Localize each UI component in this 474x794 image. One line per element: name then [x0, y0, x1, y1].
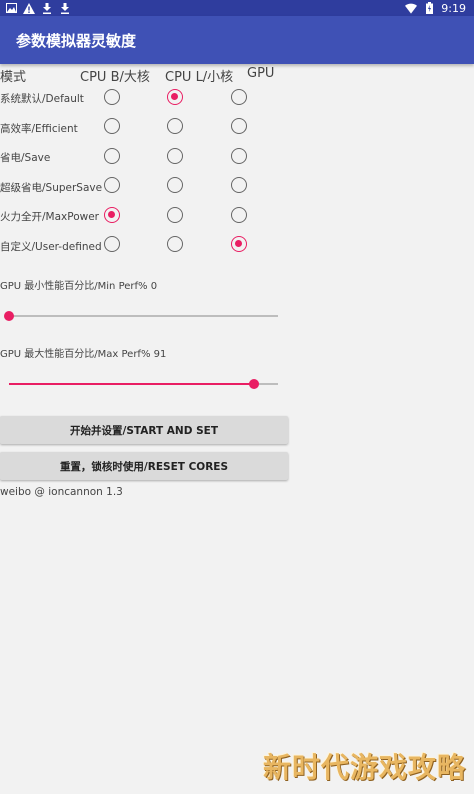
mode-label-supersave: 超级省电/SuperSave: [0, 182, 103, 194]
download-icon: [41, 2, 53, 14]
column-header-cpu-big: CPU B/大核: [80, 70, 150, 85]
column-header-gpu: GPU: [247, 66, 275, 81]
radio-supersave-cpu-big[interactable]: [104, 177, 120, 193]
radio-efficient-cpu-little[interactable]: [167, 118, 183, 134]
gpu-max-thumb[interactable]: [249, 379, 259, 389]
mode-label-maxpower: 火力全开/MaxPower: [0, 211, 99, 223]
wifi-icon: [405, 2, 418, 14]
radio-default-cpu-little[interactable]: [167, 89, 183, 105]
radio-supersave-gpu[interactable]: [231, 177, 247, 193]
column-header-mode: 模式: [0, 70, 27, 85]
mode-label-save: 省电/Save: [0, 152, 51, 164]
radio-user-defined-cpu-little[interactable]: [167, 236, 183, 252]
radio-default-gpu[interactable]: [231, 89, 247, 105]
radio-default-cpu-big[interactable]: [104, 89, 120, 105]
gpu-min-seekbar[interactable]: [4, 311, 278, 321]
warning-icon: [23, 2, 35, 14]
gpu-max-fill: [9, 383, 254, 385]
clock: 9:19: [441, 1, 466, 15]
radio-supersave-cpu-little[interactable]: [167, 177, 183, 193]
status-icons-left: [0, 2, 71, 14]
gpu-min-thumb[interactable]: [4, 311, 14, 321]
battery-icon: [423, 2, 435, 14]
radio-user-defined-gpu[interactable]: [231, 236, 247, 252]
radio-save-cpu-big[interactable]: [104, 148, 120, 164]
credit-text: weibo @ ioncannon 1.3: [0, 486, 123, 498]
radio-save-gpu[interactable]: [231, 148, 247, 164]
mode-label-user-defined: 自定义/User-defined: [0, 241, 102, 253]
radio-save-cpu-little[interactable]: [167, 148, 183, 164]
status-icons-right: 9:19: [405, 2, 474, 15]
app-bar: 参数模拟器灵敏度: [0, 16, 474, 64]
watermark: 新时代游戏攻略: [262, 751, 466, 784]
radio-maxpower-cpu-big[interactable]: [104, 207, 120, 223]
column-header-cpu-little: CPU L/小核: [165, 70, 234, 85]
mode-label-efficient: 高效率/Efficient: [0, 123, 78, 135]
mode-label-default: 系统默认/Default: [0, 93, 84, 105]
status-bar: 9:19: [0, 0, 474, 16]
app-title: 参数模拟器灵敏度: [16, 32, 137, 50]
radio-user-defined-cpu-big[interactable]: [104, 236, 120, 252]
gpu-min-label: GPU 最小性能百分比/Min Perf% 0: [0, 281, 158, 292]
radio-maxpower-gpu[interactable]: [231, 207, 247, 223]
image-icon: [5, 2, 17, 14]
reset-cores-button[interactable]: 重置，锁核时使用/RESET CORES: [0, 452, 288, 480]
start-and-set-button[interactable]: 开始并设置/START AND SET: [0, 416, 288, 444]
radio-efficient-cpu-big[interactable]: [104, 118, 120, 134]
gpu-max-label: GPU 最大性能百分比/Max Perf% 91: [0, 349, 167, 360]
radio-efficient-gpu[interactable]: [231, 118, 247, 134]
download-icon: [59, 2, 71, 14]
gpu-max-seekbar[interactable]: [9, 379, 278, 389]
radio-maxpower-cpu-little[interactable]: [167, 207, 183, 223]
